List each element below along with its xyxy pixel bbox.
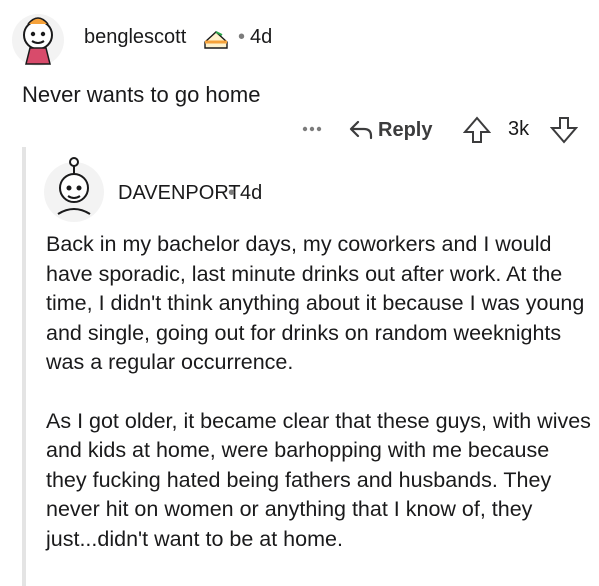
reply-paragraph-2: As I got older, it became clear that the… <box>46 408 591 551</box>
comment-actions: Reply 3k <box>300 112 595 148</box>
more-options-icon[interactable] <box>300 117 324 141</box>
reply-arrow-icon <box>349 120 373 140</box>
reply-time: 4d <box>240 182 263 204</box>
comment-header: benglescott • 4d <box>0 0 599 72</box>
post-time: 4d <box>250 26 273 48</box>
post-text: Never wants to go home <box>22 82 261 107</box>
reply-author[interactable]: DAVENPORT <box>118 182 241 205</box>
cake-flair-icon <box>204 31 228 49</box>
downvote-arrow-icon[interactable] <box>550 116 578 144</box>
reply-dot: • <box>228 182 236 204</box>
thread-line[interactable] <box>22 147 26 586</box>
snoo-avatar-icon[interactable] <box>40 154 108 226</box>
user-avatar-icon[interactable] <box>10 12 66 68</box>
vote-score: 3k <box>508 118 530 140</box>
post-author[interactable]: benglescott <box>84 26 186 49</box>
reply-body: Back in my bachelor days, my coworkers a… <box>46 230 591 554</box>
upvote-arrow-icon[interactable] <box>463 116 491 144</box>
post-dot: • <box>238 26 246 48</box>
reply-label: Reply <box>378 118 433 141</box>
reply-paragraph-1: Back in my bachelor days, my coworkers a… <box>46 232 585 374</box>
reply-button[interactable]: Reply <box>348 112 432 148</box>
